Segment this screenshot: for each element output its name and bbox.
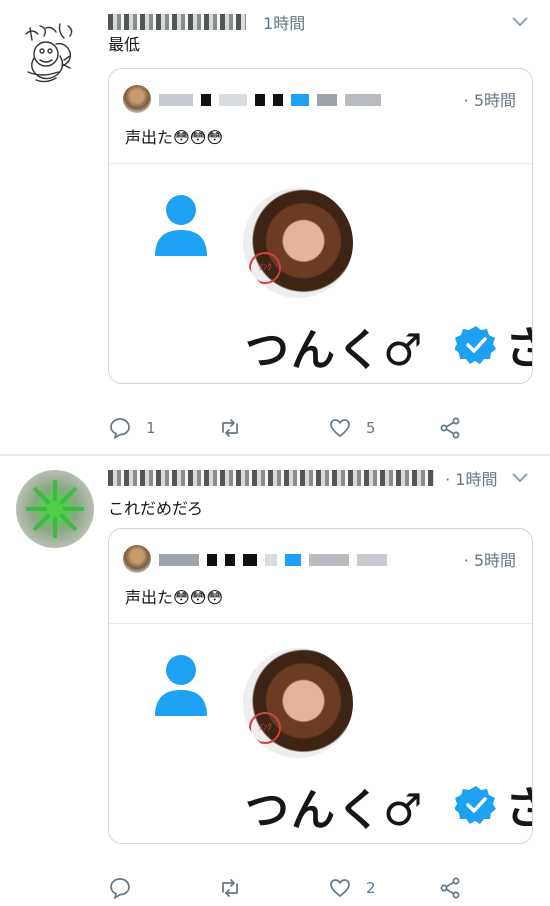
tweet-actions: 1 5 bbox=[108, 414, 534, 442]
profile-photo: ﾂﾝｸ bbox=[243, 188, 353, 298]
quoted-timestamp: · 5時間 bbox=[463, 551, 516, 570]
verified-badge-icon bbox=[455, 326, 496, 364]
quoted-avatar bbox=[123, 545, 151, 573]
share-button[interactable] bbox=[438, 874, 462, 902]
stamp-mark: ﾂﾝｸ bbox=[249, 252, 281, 284]
retweet-icon bbox=[222, 879, 238, 897]
quoted-text: 声出た😳😳😳 bbox=[125, 128, 224, 147]
quoted-text: 声出た😳😳😳 bbox=[125, 588, 224, 607]
chevron-down-icon[interactable] bbox=[510, 468, 530, 488]
stamp-mark: ﾂﾝｸ bbox=[249, 712, 281, 744]
quoted-tweet[interactable]: · 5時間 声出た😳😳😳 ﾂﾝｸ つんく♂ さ bbox=[108, 68, 533, 384]
media-trailing-text: さ bbox=[505, 772, 532, 836]
share-icon bbox=[440, 417, 460, 439]
avatar[interactable] bbox=[16, 14, 94, 92]
person-icon bbox=[155, 655, 207, 716]
quoted-media[interactable]: ﾂﾝｸ つんく♂ さ bbox=[109, 624, 532, 843]
tweet-actions: 2 bbox=[108, 874, 534, 902]
share-icon bbox=[440, 877, 460, 899]
like-button[interactable]: 5 bbox=[328, 414, 376, 442]
quoted-tweet[interactable]: · 5時間 声出た😳😳😳 ﾂﾝｸ つんく♂ さ bbox=[108, 528, 533, 844]
author-name-redacted[interactable] bbox=[108, 470, 434, 486]
retweet-button[interactable] bbox=[218, 874, 256, 902]
tweet-text: 最低 bbox=[108, 35, 141, 54]
media-trailing-text: さ bbox=[505, 312, 532, 376]
verified-badge-icon bbox=[455, 786, 496, 824]
media-display-name: つんく♂ bbox=[245, 785, 425, 836]
profile-photo: ﾂﾝｸ bbox=[243, 648, 353, 758]
like-count: 2 bbox=[366, 879, 376, 897]
like-count: 5 bbox=[366, 419, 376, 437]
reply-icon bbox=[110, 418, 130, 440]
like-icon bbox=[330, 419, 350, 438]
retweet-icon bbox=[222, 419, 238, 437]
chevron-down-icon[interactable] bbox=[510, 12, 530, 32]
tweet-timestamp[interactable]: 1時間 bbox=[263, 14, 305, 33]
reply-button[interactable] bbox=[108, 874, 146, 902]
starburst-avatar-image bbox=[26, 480, 84, 538]
quoted-timestamp: · 5時間 bbox=[463, 91, 516, 110]
tweet[interactable]: 1時間 最低 · 5時間 声出た😳😳😳 ﾂﾝｸ つんく♂ さ bbox=[0, 0, 550, 455]
avatar[interactable] bbox=[16, 470, 94, 548]
tweet-header: 1時間 bbox=[108, 10, 534, 34]
tweet-timestamp[interactable]: · 1時間 bbox=[445, 470, 497, 489]
tweet-header: · 1時間 bbox=[108, 466, 534, 490]
like-button[interactable]: 2 bbox=[328, 874, 376, 902]
quoted-author-name-redacted bbox=[159, 549, 449, 566]
quoted-media[interactable]: ﾂﾝｸ つんく♂ さ bbox=[109, 164, 532, 383]
retweet-button[interactable] bbox=[218, 414, 256, 442]
like-icon bbox=[330, 879, 350, 898]
author-name-redacted[interactable] bbox=[108, 14, 246, 30]
media-display-name: つんく♂ bbox=[245, 325, 425, 376]
quoted-avatar bbox=[123, 85, 151, 113]
reply-icon bbox=[110, 878, 130, 900]
tweet-text: これだめだろ bbox=[108, 499, 204, 518]
reply-count: 1 bbox=[146, 419, 156, 437]
person-icon bbox=[155, 195, 207, 256]
tweet[interactable]: · 1時間 これだめだろ · 5時間 声出た😳😳😳 ﾂﾝｸ つんく♂ 2 bbox=[0, 456, 550, 906]
reply-button[interactable]: 1 bbox=[108, 414, 156, 442]
share-button[interactable] bbox=[438, 414, 462, 442]
quoted-author-name-redacted bbox=[159, 89, 449, 106]
doodle-avatar-image bbox=[25, 23, 73, 83]
